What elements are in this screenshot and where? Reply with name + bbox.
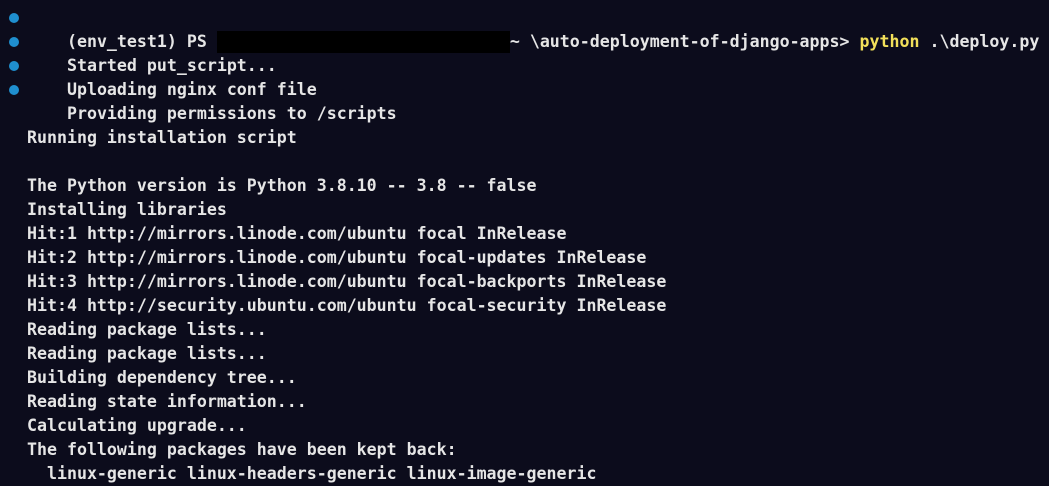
status-dot-icon <box>9 37 19 47</box>
status-line: Providing permissions to /scripts <box>0 78 1049 123</box>
output-line: Calculating upgrade... <box>27 416 247 435</box>
output-line: Running installation script <box>27 128 297 147</box>
output-line: Hit:4 http://security.ubuntu.com/ubuntu … <box>27 296 667 315</box>
output-line: The Python version is Python 3.8.10 -- 3… <box>27 176 537 195</box>
output-line: Building dependency tree... <box>27 368 297 387</box>
output-line: Hit:1 http://mirrors.linode.com/ubuntu f… <box>27 224 567 243</box>
status-dot-icon <box>9 13 19 23</box>
status-line: Uploading nginx conf file <box>0 54 1049 99</box>
prompt-line: (env_test1) PS ~ \auto-deployment-of-dja… <box>0 6 1049 53</box>
output-line: Reading package lists... <box>27 344 267 363</box>
output-line: Hit:2 http://mirrors.linode.com/ubuntu f… <box>27 248 647 267</box>
output-line: linux-generic linux-headers-generic linu… <box>27 464 597 483</box>
terminal-output[interactable]: (env_test1) PS ~ \auto-deployment-of-dja… <box>0 6 1049 486</box>
output-line: Reading state information... <box>27 392 307 411</box>
status-dot-icon <box>9 61 19 71</box>
output-line: Installing libraries <box>27 200 227 219</box>
output-line: Reading package lists... <box>27 320 267 339</box>
output-line: The following packages have been kept ba… <box>27 440 457 459</box>
output-line: Hit:3 http://mirrors.linode.com/ubuntu f… <box>27 272 667 291</box>
status-line: Started put_script... <box>0 30 1049 75</box>
status-dot-icon <box>9 85 19 95</box>
